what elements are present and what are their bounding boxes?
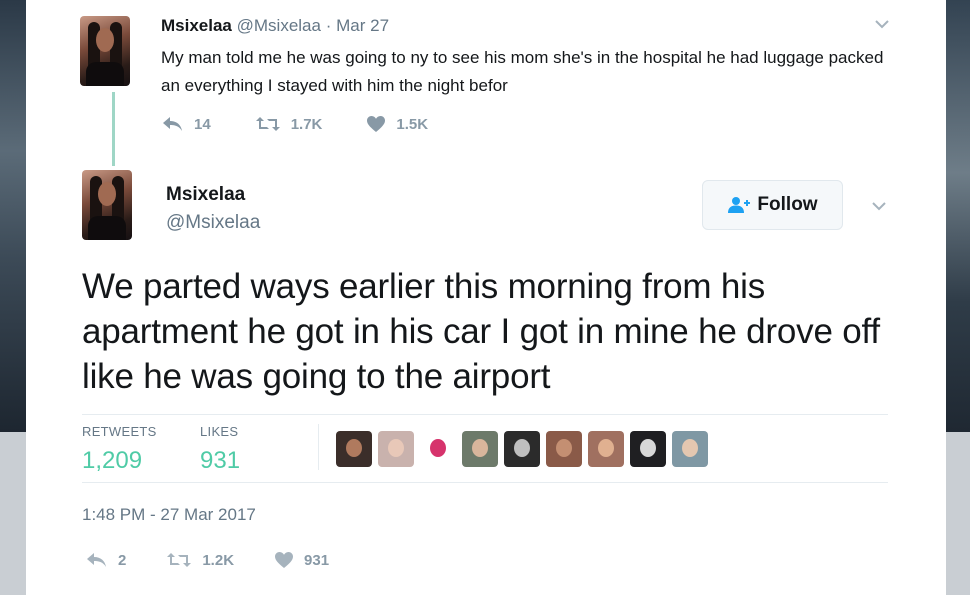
heart-icon bbox=[367, 116, 386, 132]
retweet-button[interactable]: 1.2K bbox=[166, 552, 234, 569]
reply-icon bbox=[87, 553, 106, 567]
reply-count: 2 bbox=[118, 551, 127, 569]
divider bbox=[82, 482, 888, 483]
chevron-down-icon[interactable] bbox=[871, 198, 887, 214]
parent-tweet-actions: 14 1.7K 1.5K bbox=[162, 115, 472, 133]
parent-tweet-text: My man told me he was going to ny to see… bbox=[161, 48, 884, 95]
liker-avatar[interactable] bbox=[378, 431, 414, 467]
like-count: 1.5K bbox=[396, 115, 429, 133]
like-button[interactable]: 1.5K bbox=[366, 115, 428, 133]
heart-icon bbox=[275, 552, 294, 568]
tweet-actions: 2 1.2K 931 bbox=[86, 551, 369, 569]
liker-avatar[interactable] bbox=[546, 431, 582, 467]
stats-separator bbox=[318, 424, 319, 470]
retweet-icon bbox=[255, 117, 280, 131]
likes-stat[interactable]: LIKES 931 bbox=[200, 424, 240, 475]
parent-author-name[interactable]: Msixelaa bbox=[161, 16, 232, 35]
tweet-permalink-card: Msixelaa @Msixelaa · Mar 27 My man told … bbox=[26, 0, 946, 595]
likes-stat-value: 931 bbox=[200, 447, 241, 474]
chevron-down-icon[interactable] bbox=[874, 16, 890, 32]
retweet-count: 1.2K bbox=[202, 551, 235, 569]
reply-icon bbox=[163, 117, 182, 131]
retweet-count: 1.7K bbox=[290, 115, 323, 133]
parent-tweet-date[interactable]: Mar 27 bbox=[336, 16, 389, 35]
liker-avatars bbox=[336, 431, 714, 467]
retweets-stat[interactable]: RETWEETS 1,209 bbox=[82, 424, 157, 475]
parent-author-handle[interactable]: @Msixelaa bbox=[237, 16, 321, 35]
liker-avatar[interactable] bbox=[630, 431, 666, 467]
liker-avatar[interactable] bbox=[672, 431, 708, 467]
retweets-stat-label: RETWEETS bbox=[82, 424, 157, 439]
liker-avatar[interactable] bbox=[504, 431, 540, 467]
likes-stat-label: LIKES bbox=[200, 424, 239, 439]
follow-user-icon bbox=[728, 197, 751, 213]
retweet-button[interactable]: 1.7K bbox=[255, 115, 323, 133]
background-page-right bbox=[946, 0, 970, 432]
retweet-icon bbox=[167, 553, 192, 567]
author-avatar[interactable] bbox=[82, 170, 132, 240]
background-page-left bbox=[0, 0, 26, 432]
like-count: 931 bbox=[304, 551, 330, 569]
parent-avatar[interactable] bbox=[80, 16, 130, 86]
like-button[interactable]: 931 bbox=[274, 551, 329, 569]
tweet-text: We parted ways earlier this morning from… bbox=[82, 267, 880, 396]
liker-avatar[interactable] bbox=[420, 431, 456, 467]
follow-button[interactable]: Follow bbox=[702, 180, 843, 230]
tweet-timestamp[interactable]: 1:48 PM - 27 Mar 2017 bbox=[82, 505, 256, 525]
liker-avatar[interactable] bbox=[462, 431, 498, 467]
liker-avatar[interactable] bbox=[336, 431, 372, 467]
reply-count: 14 bbox=[194, 115, 211, 133]
background-bottom-right bbox=[946, 432, 970, 595]
parent-tweet-header: Msixelaa @Msixelaa · Mar 27 bbox=[161, 16, 389, 36]
follow-button-label: Follow bbox=[757, 194, 818, 215]
reply-button[interactable]: 14 bbox=[162, 116, 211, 133]
divider bbox=[82, 414, 888, 415]
liker-avatar[interactable] bbox=[588, 431, 624, 467]
reply-button[interactable]: 2 bbox=[86, 552, 126, 569]
header-separator: · bbox=[325, 16, 332, 35]
author-name[interactable]: Msixelaa bbox=[166, 184, 245, 206]
retweets-stat-value: 1,209 bbox=[82, 447, 143, 474]
background-bottom-left bbox=[0, 432, 26, 595]
thread-connector-line bbox=[112, 92, 115, 166]
author-handle[interactable]: @Msixelaa bbox=[166, 212, 260, 234]
